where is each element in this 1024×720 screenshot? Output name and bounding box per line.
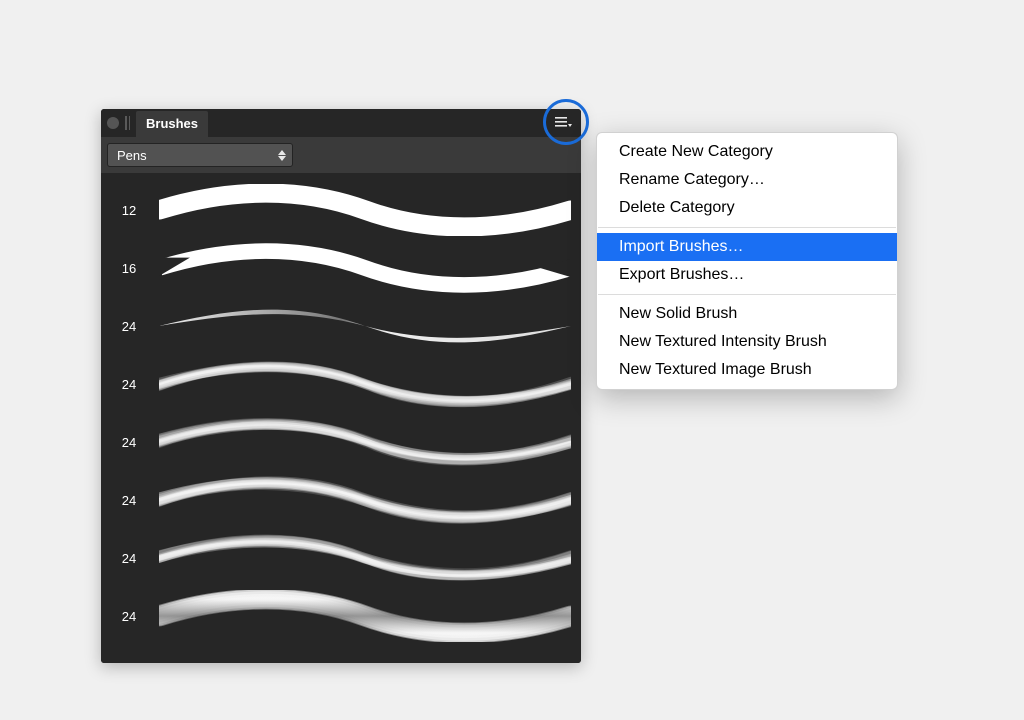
brush-row[interactable]: 12	[111, 181, 571, 239]
brush-preview	[159, 413, 571, 471]
category-row: Pens	[101, 137, 581, 173]
brush-row[interactable]: 24	[111, 587, 571, 645]
brush-size-label: 12	[111, 203, 147, 218]
menu-lines-icon	[555, 116, 573, 130]
brush-row[interactable]: 24	[111, 413, 571, 471]
menu-item[interactable]: New Solid Brush	[597, 300, 897, 328]
brush-preview	[159, 181, 571, 239]
brush-preview	[159, 355, 571, 413]
stepper-icon	[278, 150, 286, 161]
panel-titlebar: Brushes	[101, 109, 581, 137]
page-root: Brushes Pens 12 16 24 24 24 24 24 24	[0, 0, 1024, 720]
menu-item[interactable]: New Textured Image Brush	[597, 356, 897, 384]
drag-handle-icon[interactable]	[125, 116, 130, 130]
menu-item[interactable]: New Textured Intensity Brush	[597, 328, 897, 356]
brush-size-label: 24	[111, 319, 147, 334]
menu-item[interactable]: Import Brushes…	[597, 233, 897, 261]
brush-size-label: 24	[111, 493, 147, 508]
brushes-panel: Brushes Pens 12 16 24 24 24 24 24 24	[101, 109, 581, 663]
brush-row[interactable]: 24	[111, 355, 571, 413]
brush-size-label: 24	[111, 435, 147, 450]
brush-preview	[159, 587, 571, 645]
brush-row[interactable]: 24	[111, 529, 571, 587]
category-dropdown[interactable]: Pens	[107, 143, 293, 167]
brush-preview	[159, 471, 571, 529]
panel-menu-button[interactable]	[553, 112, 575, 134]
brush-size-label: 24	[111, 377, 147, 392]
panel-context-menu: Create New CategoryRename Category…Delet…	[596, 132, 898, 390]
brush-list: 12 16 24 24 24 24 24 24	[101, 173, 581, 663]
tab-brushes[interactable]: Brushes	[136, 111, 208, 137]
menu-item[interactable]: Delete Category	[597, 194, 897, 222]
menu-separator	[598, 294, 896, 295]
brush-size-label: 24	[111, 551, 147, 566]
category-dropdown-label: Pens	[117, 148, 147, 163]
menu-separator	[598, 227, 896, 228]
menu-item[interactable]: Create New Category	[597, 138, 897, 166]
menu-item[interactable]: Export Brushes…	[597, 261, 897, 289]
menu-item[interactable]: Rename Category…	[597, 166, 897, 194]
brush-preview	[159, 239, 571, 297]
brush-size-label: 16	[111, 261, 147, 276]
brush-preview	[159, 529, 571, 587]
close-icon[interactable]	[107, 117, 119, 129]
brush-row[interactable]: 16	[111, 239, 571, 297]
brush-row[interactable]: 24	[111, 297, 571, 355]
brush-preview	[159, 297, 571, 355]
brush-size-label: 24	[111, 609, 147, 624]
brush-row[interactable]: 24	[111, 471, 571, 529]
